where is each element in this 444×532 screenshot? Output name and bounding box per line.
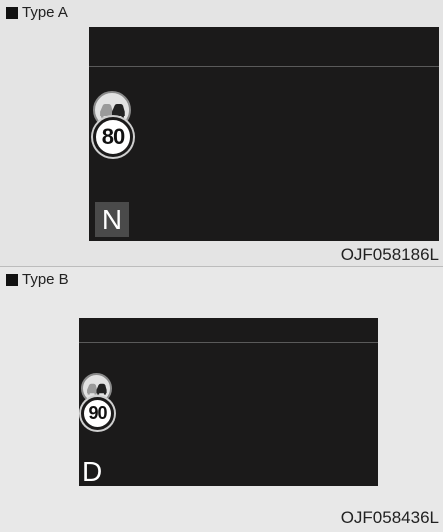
display-divider xyxy=(89,66,439,67)
type-b-label: Type B xyxy=(22,271,69,288)
type-b-panel: Type B 90 D OJF058436L xyxy=(0,267,443,532)
bullet-square-icon xyxy=(6,273,18,286)
speed-limit-sign: 90 xyxy=(81,397,114,430)
gear-indicator: D xyxy=(82,456,103,487)
speed-limit-sign: 80 xyxy=(93,117,133,157)
type-b-heading: Type B xyxy=(6,271,69,288)
type-a-label: Type A xyxy=(22,4,68,21)
type-a-heading: Type A xyxy=(6,4,68,21)
gear-indicator: N xyxy=(95,202,129,237)
figure-code: OJF058436L xyxy=(340,508,439,527)
type-b-cluster-display: 90 D xyxy=(79,318,378,487)
bullet-square-icon xyxy=(6,6,18,19)
display-divider xyxy=(79,342,378,343)
type-a-panel: Type A 80 N OJF058186L xyxy=(0,0,443,267)
type-a-cluster-display: 80 N xyxy=(89,27,439,241)
figure-code: OJF058186L xyxy=(340,245,439,264)
